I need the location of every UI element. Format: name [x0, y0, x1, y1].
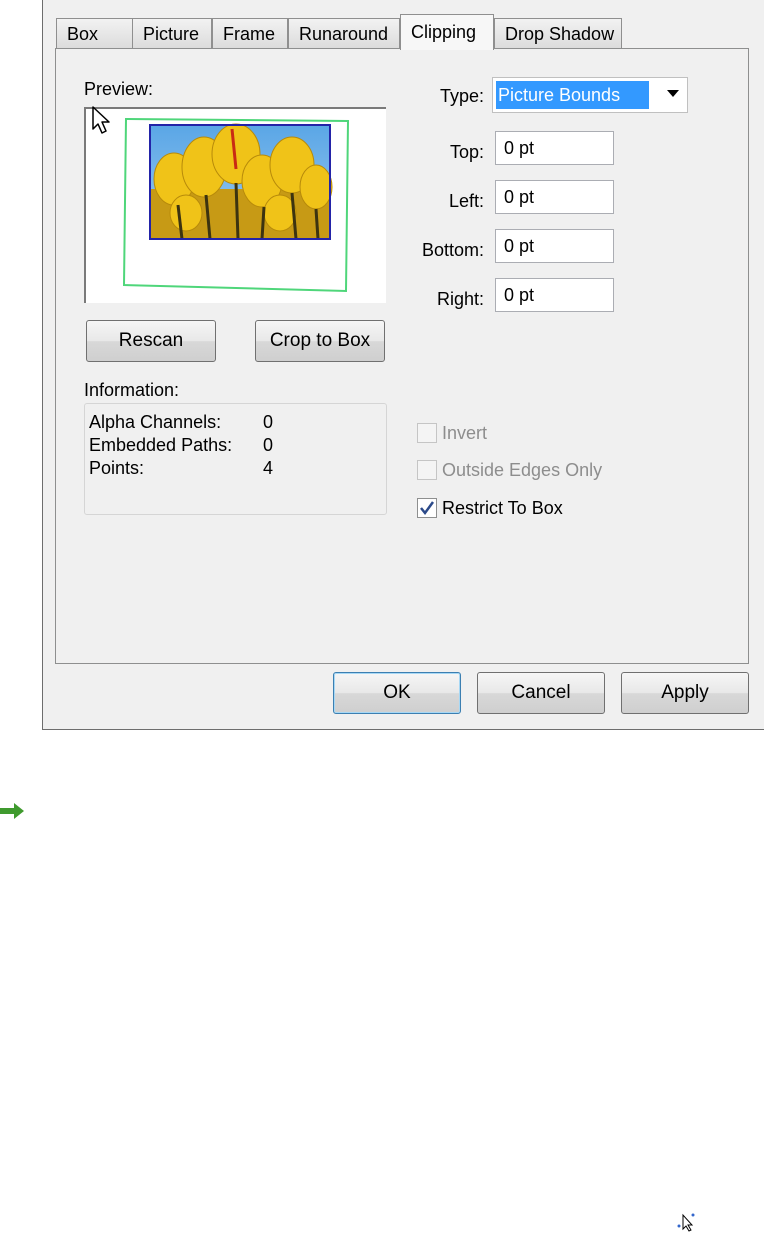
invert-label: Invert [442, 423, 488, 443]
apply-button[interactable]: Apply [621, 672, 749, 714]
information-box: Alpha Channels: 0 Embedded Paths: 0 Poin… [84, 403, 387, 515]
left-field[interactable]: 0 pt [495, 180, 614, 214]
mouse-cursor-icon [92, 106, 110, 134]
information-label: Information: [84, 380, 180, 400]
crop-cursor-icon [677, 1213, 695, 1232]
type-select[interactable]: Picture Bounds [492, 77, 688, 113]
crop-to-box-button[interactable]: Crop to Box [255, 320, 385, 362]
right-label: Right: [436, 289, 484, 309]
type-label: Type: [439, 86, 484, 106]
info-value: 4 [263, 458, 274, 478]
checkmark-icon [420, 501, 435, 516]
green-arrow-icon [0, 803, 24, 819]
info-name: Embedded Paths: [89, 435, 233, 455]
tab-label: Box [67, 24, 99, 44]
tab-label: Drop Shadow [505, 24, 615, 44]
right-field[interactable]: 0 pt [495, 278, 614, 312]
rescan-button[interactable]: Rescan [86, 320, 216, 362]
restrict-to-box-checkbox[interactable] [417, 498, 437, 518]
tab-label: Clipping [411, 22, 477, 42]
info-name: Alpha Channels: [89, 412, 222, 432]
clipping-dialog: Box Picture Frame Runaround Clipping Dro… [42, 0, 764, 730]
ok-label: OK [383, 682, 411, 703]
tab-runaround[interactable]: Runaround [288, 18, 400, 48]
clipping-panel: Preview: Rescan Crop to Box Information:… [55, 48, 749, 664]
tab-label: Picture [143, 24, 200, 44]
bottom-field[interactable]: 0 pt [495, 229, 614, 263]
invert-checkbox[interactable] [417, 423, 437, 443]
clipping-preview [84, 107, 386, 303]
tab-label: Frame [223, 24, 276, 44]
tulip-picture [150, 123, 333, 240]
tab-frame[interactable]: Frame [212, 18, 288, 48]
info-value: 0 [263, 435, 274, 455]
tab-clipping[interactable]: Clipping [400, 14, 494, 50]
tab-label: Runaround [299, 24, 389, 44]
top-field[interactable]: 0 pt [495, 131, 614, 165]
info-value: 0 [263, 412, 274, 432]
ok-button[interactable]: OK [333, 672, 461, 714]
outside-edges-only-label: Outside Edges Only [442, 460, 603, 480]
preview-label: Preview: [84, 79, 154, 99]
top-label: Top: [449, 142, 484, 162]
info-name: Points: [89, 458, 145, 478]
bottom-label: Bottom: [421, 240, 484, 260]
cancel-label: Cancel [511, 682, 571, 703]
dropdown-arrow-icon[interactable] [667, 90, 679, 97]
restrict-to-box-label: Restrict To Box [442, 498, 563, 518]
cancel-button[interactable]: Cancel [477, 672, 605, 714]
tab-box[interactable]: Box [56, 18, 134, 48]
tab-drop-shadow[interactable]: Drop Shadow [494, 18, 622, 48]
outside-edges-only-checkbox[interactable] [417, 460, 437, 480]
rescan-label: Rescan [118, 330, 184, 351]
apply-label: Apply [661, 682, 709, 703]
left-label: Left: [448, 191, 484, 211]
type-selected-value: Picture Bounds [496, 81, 649, 109]
crop-to-box-label: Crop to Box [269, 330, 371, 351]
tab-picture[interactable]: Picture [132, 18, 212, 48]
preview-canvas [122, 117, 350, 293]
